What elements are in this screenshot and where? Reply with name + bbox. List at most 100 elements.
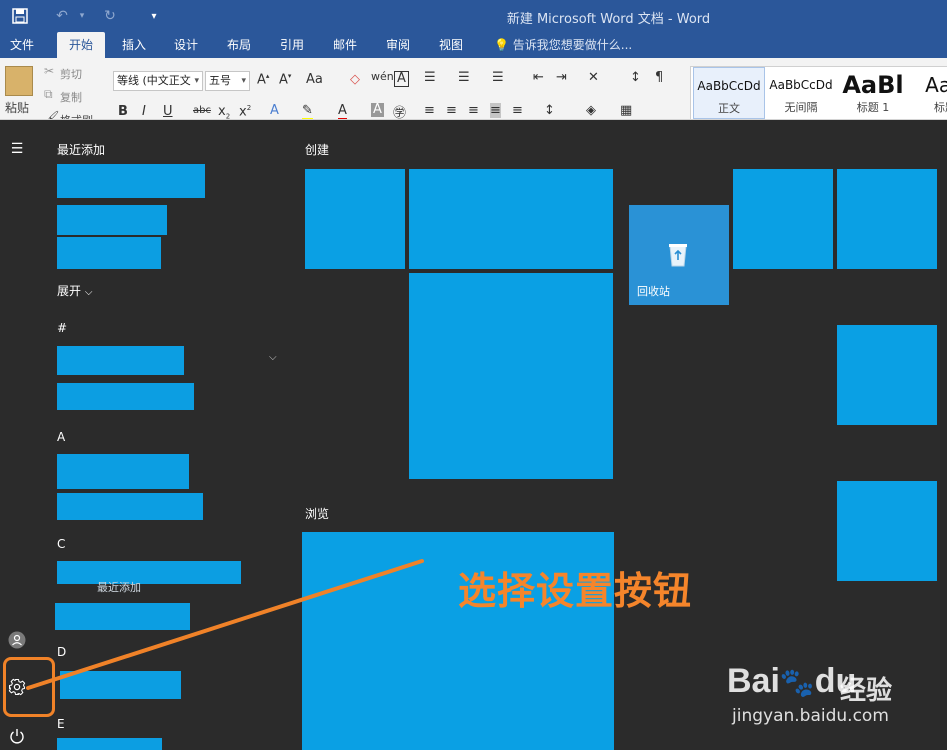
phonetic-guide-icon[interactable]: wén <box>371 70 394 83</box>
live-tile[interactable] <box>837 325 937 425</box>
app-list-item[interactable] <box>60 671 181 699</box>
tab-mailings[interactable]: 邮件 <box>323 32 367 58</box>
tab-references[interactable]: 引用 <box>270 32 314 58</box>
cut-button[interactable]: 剪切 <box>60 66 82 82</box>
bold-icon[interactable]: B <box>118 104 128 119</box>
format-painter-icon: 🖌 <box>44 110 60 120</box>
font-name-combo[interactable]: 等线 (中文正文 <box>113 71 203 91</box>
style-name: 无间隔 <box>784 101 818 114</box>
baidu-logo: Bai🐾du <box>727 662 856 701</box>
app-list-item[interactable] <box>57 383 194 410</box>
expand-button[interactable]: 展开 ⌵ <box>57 282 92 299</box>
character-shading-icon[interactable]: A <box>371 103 384 117</box>
increase-indent-icon[interactable]: ⇥ <box>556 70 567 85</box>
character-border-icon[interactable]: A <box>394 71 409 87</box>
align-center-icon[interactable]: ≡ <box>446 103 457 118</box>
line-spacing-icon[interactable]: ↕ <box>544 103 555 118</box>
styles-gallery: AaBbCcDd 正文 AaBbCcDd 无间隔 AaBl 标题 1 AaB 标… <box>690 66 947 119</box>
live-tile[interactable] <box>409 169 613 269</box>
align-left-icon[interactable]: ≡ <box>424 103 435 118</box>
decrease-indent-icon[interactable]: ⇤ <box>533 70 544 85</box>
recent-app[interactable] <box>57 237 161 269</box>
multilevel-list-icon[interactable]: ☰ <box>492 70 504 85</box>
style-name: 标题 1 <box>856 101 890 114</box>
shading-icon[interactable]: ◈ <box>586 103 596 118</box>
tab-review[interactable]: 审阅 <box>376 32 420 58</box>
tab-layout[interactable]: 布局 <box>217 32 261 58</box>
app-list-item[interactable] <box>57 454 189 489</box>
recycle-bin-label: 回收站 <box>637 285 670 298</box>
highlight-icon[interactable]: ✎ <box>302 103 313 119</box>
enclose-characters-icon[interactable]: ㊫ <box>393 102 406 119</box>
power-icon[interactable] <box>6 725 28 747</box>
tab-insert[interactable]: 插入 <box>112 32 156 58</box>
justify-icon[interactable]: ≡ <box>490 103 501 118</box>
paste-button[interactable]: 粘贴 <box>5 99 29 116</box>
group-letter[interactable]: A <box>57 430 65 444</box>
paste-icon[interactable] <box>5 66 33 96</box>
style-preview: AaB <box>925 73 947 97</box>
live-tile[interactable] <box>837 481 937 581</box>
tab-view[interactable]: 视图 <box>429 32 473 58</box>
browse-group-header[interactable]: 浏览 <box>305 505 329 522</box>
subscript-icon[interactable]: x2 <box>218 104 230 119</box>
annotation-callout: 选择设置按钮 <box>458 569 693 613</box>
format-painter-button[interactable]: 格式刷 <box>60 112 93 119</box>
strikethrough-icon[interactable]: abc <box>193 105 211 116</box>
shrink-font-icon[interactable]: A▾ <box>279 72 291 87</box>
show-marks-icon[interactable]: ¶ <box>655 70 663 85</box>
superscript-icon[interactable]: x2 <box>239 104 251 119</box>
tab-file[interactable]: 文件 <box>0 32 44 58</box>
underline-icon[interactable]: U <box>163 104 173 119</box>
recent-app[interactable] <box>57 205 167 235</box>
recycle-bin-tile[interactable]: 回收站 <box>629 205 729 305</box>
app-list-item[interactable] <box>55 603 190 630</box>
app-list-item[interactable] <box>57 493 203 520</box>
tab-design[interactable]: 设计 <box>164 32 208 58</box>
align-right-icon[interactable]: ≡ <box>468 103 479 118</box>
clear-formatting-icon[interactable]: ◇ <box>350 72 360 87</box>
app-list-item[interactable] <box>57 738 162 750</box>
borders-icon[interactable]: ▦ <box>620 103 632 118</box>
copy-icon: ⧉ <box>44 87 53 101</box>
ribbon-home: 粘贴 ✂ 剪切 ⧉ 复制 🖌 格式刷 等线 (中文正文 五号 A▴ A▾ Aa … <box>0 58 947 120</box>
distributed-icon[interactable]: ≡ <box>512 103 523 118</box>
user-account-icon[interactable] <box>6 629 28 651</box>
hamburger-menu-icon[interactable]: ☰ <box>6 138 28 160</box>
italic-icon[interactable]: I <box>142 104 146 119</box>
numbering-icon[interactable]: ☰ <box>458 70 470 85</box>
style-heading-1[interactable]: AaBl 标题 1 <box>837 67 909 119</box>
change-case-icon[interactable]: Aa <box>306 72 323 87</box>
chinese-layout-icon[interactable]: ✕ <box>588 70 599 85</box>
group-letter[interactable]: # <box>57 321 67 335</box>
group-letter[interactable]: E <box>57 717 65 731</box>
ribbon-tabs: 文件 开始 插入 设计 布局 引用 邮件 审阅 视图 💡 告诉我您想要做什么..… <box>0 32 947 58</box>
live-tile[interactable] <box>733 169 833 269</box>
live-tile[interactable] <box>409 273 613 479</box>
title-bar: ↶ ▾ ↻ ▾ 新建 Microsoft Word 文档 - Word <box>0 0 947 32</box>
tell-me-box[interactable]: 💡 告诉我您想要做什么... <box>494 32 632 58</box>
chevron-down-icon[interactable]: ⌵ <box>269 352 277 363</box>
sort-icon[interactable]: ↕ <box>630 70 641 85</box>
group-letter[interactable]: C <box>57 537 65 551</box>
annotation-highlight-box <box>3 657 55 717</box>
copy-button[interactable]: 复制 <box>60 89 82 105</box>
font-size-combo[interactable]: 五号 <box>205 71 250 91</box>
expand-label: 展开 <box>57 284 82 298</box>
text-effects-icon[interactable]: A <box>270 103 279 118</box>
live-tile[interactable] <box>837 169 937 269</box>
create-group-header[interactable]: 创建 <box>305 141 329 158</box>
tab-home[interactable]: 开始 <box>57 32 105 58</box>
live-tile[interactable] <box>305 169 405 269</box>
app-list-item[interactable] <box>57 346 184 375</box>
style-no-spacing[interactable]: AaBbCcDd 无间隔 <box>765 67 837 119</box>
group-letter[interactable]: D <box>57 645 66 659</box>
bullets-icon[interactable]: ☰ <box>424 70 436 85</box>
app-list-item[interactable] <box>57 561 241 584</box>
font-color-icon[interactable]: A <box>338 103 347 119</box>
grow-font-icon[interactable]: A▴ <box>257 72 269 87</box>
style-normal[interactable]: AaBbCcDd 正文 <box>693 67 765 119</box>
tell-me-text: 告诉我您想要做什么... <box>512 38 633 52</box>
style-title[interactable]: AaB 标题 <box>909 67 947 119</box>
recent-app[interactable] <box>57 164 205 198</box>
